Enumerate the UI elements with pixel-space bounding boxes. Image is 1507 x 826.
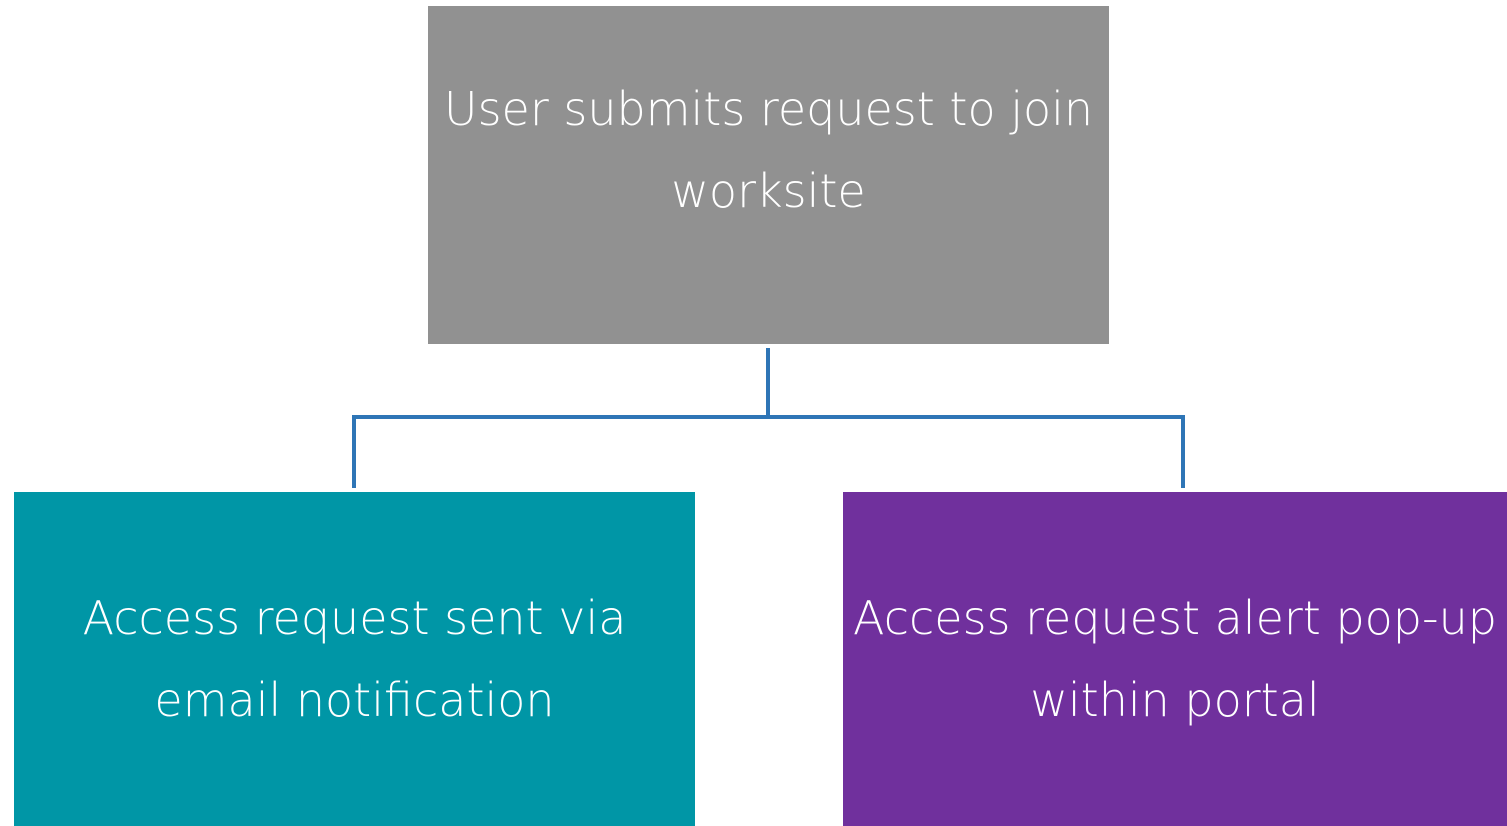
org-chart-diagram: User submits request to join worksite Ac… (0, 0, 1507, 826)
node-portal-alert: Access request alert pop-up within porta… (843, 492, 1507, 826)
node-portal-alert-label: Access request alert pop-up within porta… (853, 591, 1497, 727)
node-user-submits-request: User submits request to join worksite (428, 6, 1109, 344)
node-user-submits-request-label: User submits request to join worksite (443, 82, 1094, 218)
node-email-notification-label: Access request sent via email notificati… (82, 591, 627, 727)
node-email-notification: Access request sent via email notificati… (14, 492, 695, 826)
